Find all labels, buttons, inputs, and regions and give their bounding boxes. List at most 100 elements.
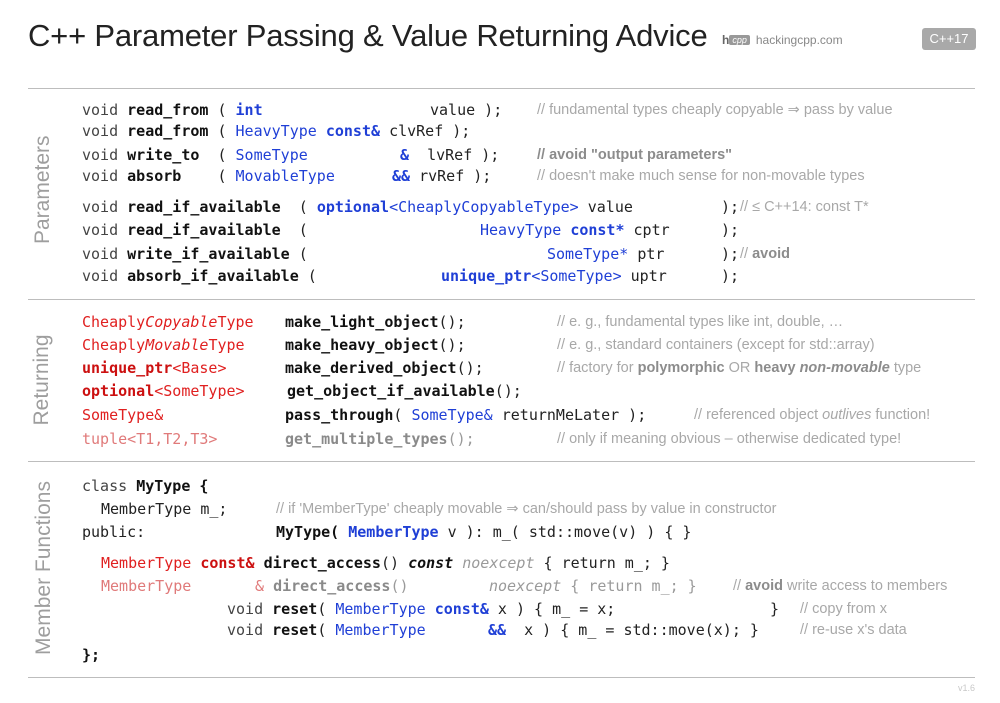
param-modifier: && — [392, 167, 411, 185]
param-close: ); — [712, 198, 740, 216]
ctor-name: MyType( — [276, 523, 340, 541]
param-name-text: value — [430, 101, 476, 119]
class-keyword: class — [82, 477, 128, 495]
cpp-version-badge: C++17 — [922, 28, 976, 50]
member-comment: // if 'MemberType' cheaply movable ⇒ can… — [276, 501, 777, 517]
template-name: unique_ptr — [441, 267, 532, 285]
param-modifier: const* — [570, 221, 625, 239]
function-body: { return m_; } — [543, 554, 670, 572]
param-row-absorb: void absorb ( MovableType — [82, 166, 335, 187]
param-modifier: && — [488, 621, 507, 639]
type-part: <SomeType> — [154, 382, 245, 400]
return-type: void — [82, 198, 119, 216]
param-type: HeavyType — [235, 122, 317, 140]
function-name: get_multiple_types — [285, 430, 448, 448]
paren-close: ); — [475, 101, 503, 119]
function-name: direct_access — [273, 577, 391, 595]
comment-slash: // — [740, 246, 753, 262]
param-type: SomeType& — [411, 406, 493, 424]
return-type-reference: SomeType& — [82, 406, 164, 424]
return-type: MemberType — [101, 577, 192, 595]
param-comment: // fundamental types cheaply copyable ⇒ … — [537, 102, 893, 118]
param-tail: unique_ptr<SomeType> uptr — [441, 266, 667, 287]
param-comment: // avoid "output parameters" — [537, 145, 732, 166]
return-type: void — [82, 245, 119, 263]
paren-open: ( — [181, 167, 236, 185]
reset-copy-close: } — [770, 600, 780, 618]
reset-copy: void reset( MemberType const& x ) { m_ =… — [227, 599, 615, 620]
paren-close: ); — [472, 146, 500, 164]
return-type: MemberType — [101, 554, 192, 572]
return-func: make_light_object(); — [285, 312, 466, 333]
param-tail: SomeType* ptr — [547, 244, 664, 265]
reset-copy-comment: // copy from x — [800, 601, 888, 617]
function-name: absorb — [127, 167, 182, 185]
param-row-write-if-available: void write_if_available ( — [82, 244, 317, 265]
function-name: reset — [272, 600, 318, 618]
function-name: reset — [272, 621, 318, 639]
param-type: MemberType — [335, 621, 426, 639]
comment-part: outlives — [822, 407, 872, 423]
accessor-const: MemberType const& direct_access() const … — [101, 553, 670, 574]
return-type: void — [227, 600, 264, 618]
param-type: MovableType — [235, 167, 335, 185]
param-tail: HeavyType const* cptr — [480, 220, 670, 241]
function-body: x ) { m_ = std::move(x); } — [515, 621, 759, 639]
function-args: () — [380, 554, 400, 572]
return-func: make_derived_object(); — [285, 358, 484, 379]
param-type: SomeType — [235, 146, 308, 164]
function-args: returnMeLater ); — [492, 406, 647, 424]
type-part: Type — [208, 336, 245, 354]
type-part: Cheaply — [82, 313, 146, 331]
reset-move-comment: // re-use x's data — [800, 622, 907, 638]
param-tail: & lvRef ); — [400, 145, 499, 166]
paren-open: ( — [298, 267, 326, 285]
return-type: void — [82, 122, 119, 140]
param-row-read-from-heavy: void read_from ( HeavyType const& clvRef… — [82, 121, 470, 142]
section-label-parameters: Parameters — [31, 135, 54, 244]
paren-open: ( — [280, 198, 317, 216]
return-type: void — [82, 101, 119, 119]
template-name: optional — [316, 198, 390, 216]
function-name: make_light_object — [285, 313, 439, 331]
class-end: }; — [82, 646, 101, 664]
template-arg: <SomeType> — [531, 267, 622, 285]
function-name: read_if_available — [127, 221, 281, 239]
function-args: (); — [447, 430, 475, 448]
site-logo[interactable]: h cpp hackingcpp.com — [722, 33, 843, 47]
return-type-unique-ptr: unique_ptr<Base> — [82, 358, 227, 379]
param-type: MemberType — [335, 600, 426, 618]
comment-part: type — [889, 360, 922, 376]
function-args: ( — [393, 406, 412, 424]
return-type-cheaply-movable: CheaplyMovableType — [82, 335, 245, 356]
reset-move-tail: && x ) { m_ = std::move(x); } — [488, 620, 759, 641]
param-name-text: clvRef — [389, 122, 444, 140]
return-modifier: const& — [200, 554, 255, 572]
param-row-read-if-available-ptr: void read_if_available ( — [82, 220, 317, 241]
paren-open: ( — [280, 221, 317, 239]
param-type: HeavyType — [480, 221, 562, 239]
comment-part: // referenced object — [694, 407, 823, 423]
page-title: C++ Parameter Passing & Value Returning … — [28, 18, 708, 53]
return-comment: // only if meaning obvious – otherwise d… — [557, 431, 902, 447]
comment-part: polymorphic — [637, 360, 725, 376]
divider-params-returning — [28, 299, 975, 300]
accessor-comment: // avoid write access to members — [733, 576, 947, 597]
function-name: pass_through — [285, 406, 394, 424]
ctor-rest: v ): m_( std::move(v) ) { } — [438, 523, 692, 541]
return-type-tuple: tuple<T1,T2,T3> — [82, 430, 218, 448]
divider-returning-members — [28, 461, 975, 462]
type-part: <Base> — [172, 359, 227, 377]
class-name: MyType { — [136, 477, 209, 495]
type-part-italic: Copyable — [145, 313, 218, 331]
divider-top — [28, 88, 975, 89]
logo-h: h — [722, 33, 730, 47]
paren-open: ( — [317, 621, 327, 639]
paren-open: ( — [208, 122, 236, 140]
return-type-cheaply-copyable: CheaplyCopyableType — [82, 312, 254, 333]
logo-cpp-mark: cpp — [729, 35, 750, 45]
comment-part: // — [733, 578, 746, 594]
function-args: () — [390, 577, 409, 595]
comment-part: function! — [871, 407, 931, 423]
paren-close: ); — [464, 167, 492, 185]
